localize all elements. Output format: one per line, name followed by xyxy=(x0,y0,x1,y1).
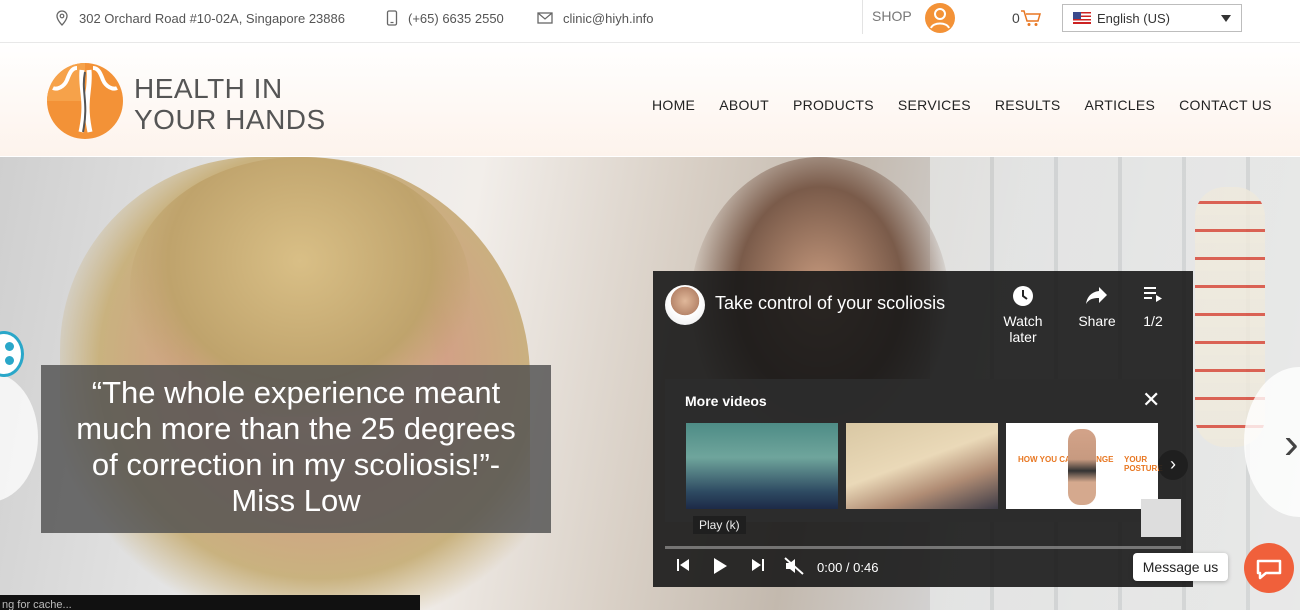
video-thumbnail[interactable] xyxy=(846,423,998,509)
playlist-button[interactable]: 1/2 xyxy=(1118,285,1188,329)
channel-avatar[interactable] xyxy=(665,285,705,325)
logo-text[interactable]: HEALTH IN YOUR HANDS xyxy=(134,73,326,135)
nav-services[interactable]: SERVICES xyxy=(898,97,971,113)
language-select[interactable]: English (US) xyxy=(1062,4,1242,32)
hero-slider: › “The whole experience meant much more … xyxy=(0,157,1300,610)
video-title[interactable]: Take control of your scoliosis xyxy=(715,293,945,314)
email-text: clinic@hiyh.info xyxy=(563,10,654,26)
accessibility-icon[interactable] xyxy=(0,331,24,377)
top-bar: 302 Orchard Road #10-02A, Singapore 2388… xyxy=(0,0,1300,43)
cart-count: 0 xyxy=(1012,10,1020,26)
thumbnail-caption-right: YOUR POSTURE xyxy=(1124,455,1163,473)
chat-button[interactable] xyxy=(1244,543,1294,593)
next-video-button[interactable] xyxy=(750,557,766,576)
address: 302 Orchard Road #10-02A, Singapore 2388… xyxy=(55,10,345,26)
nav-contact-us[interactable]: CONTACT US xyxy=(1179,97,1272,113)
play-icon xyxy=(714,558,727,574)
address-text: 302 Orchard Road #10-02A, Singapore 2388… xyxy=(79,10,345,26)
watch-later-label: Watch later xyxy=(1003,313,1043,345)
nav-about[interactable]: ABOUT xyxy=(719,97,769,113)
location-pin-icon xyxy=(56,10,68,26)
quote-line-4: Miss Low xyxy=(231,483,361,518)
skip-previous-icon xyxy=(677,559,689,571)
chevron-down-icon xyxy=(1221,15,1231,22)
watch-later-button[interactable]: Watch later xyxy=(988,285,1058,345)
mail-icon xyxy=(537,12,553,24)
divider xyxy=(862,0,863,34)
logo-line-2: YOUR HANDS xyxy=(134,104,326,135)
language-value: English (US) xyxy=(1097,10,1170,26)
shop-link[interactable]: SHOP xyxy=(872,8,912,24)
nav-results[interactable]: RESULTS xyxy=(995,97,1061,113)
site-header: HEALTH IN YOUR HANDS HOME ABOUT PRODUCTS… xyxy=(0,43,1300,156)
testimonial-quote: “The whole experience meant much more th… xyxy=(41,365,551,533)
shopping-cart-icon xyxy=(1020,10,1041,26)
thumbnail-caption-left: HOW YOU CAN CHANGE xyxy=(1018,455,1114,464)
browser-status-bar: ng for cache... xyxy=(0,595,420,610)
main-nav: HOME ABOUT PRODUCTS SERVICES RESULTS ART… xyxy=(652,97,1296,113)
thumbnail-figure xyxy=(1068,429,1096,505)
previous-video-button[interactable] xyxy=(675,557,691,576)
logo-line-1: HEALTH IN xyxy=(134,73,283,104)
slider-prev-button[interactable] xyxy=(0,372,38,502)
playlist-position: 1/2 xyxy=(1143,313,1163,329)
share-icon xyxy=(1086,287,1107,304)
quote-line-2: much more than the 25 degrees xyxy=(76,411,516,446)
video-thumbnail[interactable]: HOW YOU CAN CHANGE YOUR POSTURE xyxy=(1006,423,1163,509)
progress-bar[interactable] xyxy=(665,546,1181,549)
email[interactable]: clinic@hiyh.info xyxy=(537,10,654,26)
us-flag-icon xyxy=(1073,12,1091,24)
volume-muted-icon xyxy=(784,557,804,575)
mini-thumbnail[interactable] xyxy=(1141,499,1181,537)
nav-articles[interactable]: ARTICLES xyxy=(1085,97,1156,113)
more-videos-title: More videos xyxy=(685,393,767,409)
phone-text: (+65) 6635 2550 xyxy=(408,10,504,26)
chevron-right-icon[interactable]: › xyxy=(1158,450,1188,480)
quote-line-1: “The whole experience meant xyxy=(91,375,501,410)
phone-icon xyxy=(386,10,398,26)
clock-icon xyxy=(1013,286,1033,306)
play-button[interactable] xyxy=(712,557,728,578)
youtube-player[interactable]: Take control of your scoliosis Watch lat… xyxy=(653,271,1193,587)
nav-home[interactable]: HOME xyxy=(652,97,695,113)
more-videos-panel: More videos ✕ HOW YOU CAN CHANGE YOUR PO… xyxy=(665,379,1188,522)
video-thumbnail[interactable] xyxy=(686,423,838,509)
chat-bubble-icon xyxy=(1256,559,1282,580)
cart-button[interactable]: 0 xyxy=(1012,9,1042,27)
user-account-icon[interactable] xyxy=(925,3,955,33)
message-us-label[interactable]: Message us xyxy=(1133,553,1228,581)
nav-products[interactable]: PRODUCTS xyxy=(793,97,874,113)
chevron-right-icon[interactable]: › xyxy=(1284,419,1299,469)
playlist-icon xyxy=(1144,287,1162,302)
phone[interactable]: (+65) 6635 2550 xyxy=(386,10,504,26)
skip-next-icon xyxy=(752,559,764,571)
quote-line-3: of correction in my scoliosis!”- xyxy=(91,447,501,482)
mute-button[interactable] xyxy=(784,557,804,578)
play-tooltip: Play (k) xyxy=(693,516,746,534)
share-label: Share xyxy=(1078,313,1116,329)
logo[interactable] xyxy=(44,62,126,140)
close-icon[interactable]: ✕ xyxy=(1142,387,1160,413)
time-display: 0:00 / 0:46 xyxy=(817,560,879,575)
